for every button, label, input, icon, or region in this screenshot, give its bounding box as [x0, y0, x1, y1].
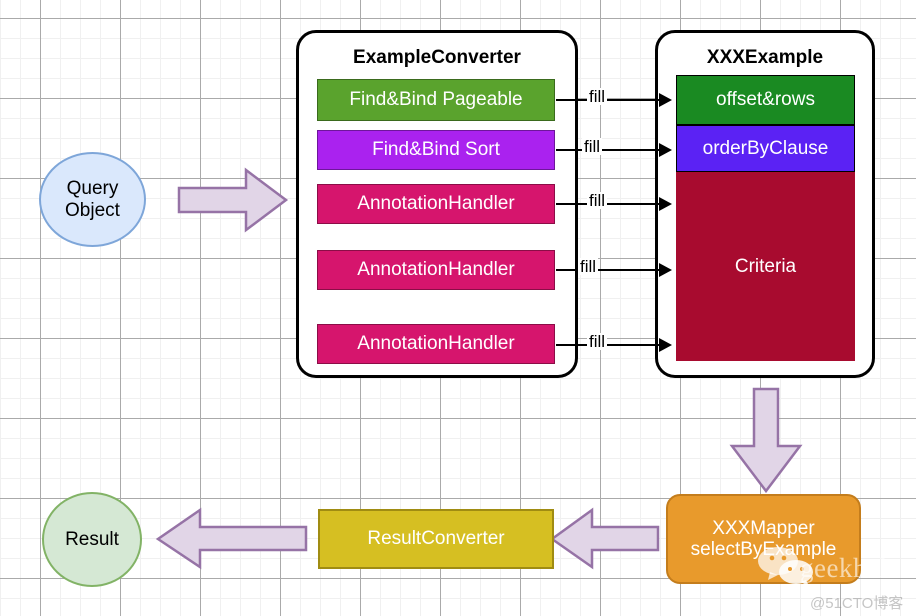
- result-converter-label: ResultConverter: [367, 528, 505, 549]
- xxx-example-title: XXXExample: [706, 47, 824, 68]
- fill-line-2: [556, 149, 668, 151]
- node-result-converter[interactable]: ResultConverter: [318, 509, 554, 569]
- fill-arrowhead-2: [659, 143, 672, 157]
- fill-label-1: fill: [587, 87, 608, 106]
- row-find-bind-sort-label: Find&Bind Sort: [372, 139, 500, 160]
- row-annotation-handler-2[interactable]: AnnotationHandler: [317, 250, 555, 290]
- row-annotation-handler-1[interactable]: AnnotationHandler: [317, 184, 555, 224]
- fill-arrowhead-4: [659, 263, 672, 277]
- field-offset-rows[interactable]: offset&rows: [676, 75, 855, 125]
- fill-label-3: fill: [587, 191, 608, 210]
- field-criteria[interactable]: Criteria: [676, 172, 855, 361]
- watermark-source: @51CTO博客: [810, 595, 904, 612]
- field-criteria-label: Criteria: [734, 255, 797, 277]
- fill-label-5: fill: [587, 332, 608, 351]
- field-order-by-clause-label: orderByClause: [702, 137, 829, 159]
- row-find-bind-pageable[interactable]: Find&Bind Pageable: [317, 79, 555, 121]
- row-find-bind-pageable-label: Find&Bind Pageable: [349, 89, 523, 110]
- row-find-bind-sort[interactable]: Find&Bind Sort: [317, 130, 555, 170]
- fill-line-1: [556, 99, 668, 101]
- arrow-example-to-mapper: [728, 387, 804, 494]
- arrow-resultconverter-to-result: [155, 507, 308, 570]
- row-annotation-handler-2-label: AnnotationHandler: [357, 259, 515, 280]
- node-query-object[interactable]: Query Object: [39, 152, 146, 247]
- row-annotation-handler-3[interactable]: AnnotationHandler: [317, 324, 555, 364]
- fill-line-3: [556, 203, 668, 205]
- fill-line-5: [556, 344, 668, 346]
- xxx-mapper-label-line1: XXXMapper: [712, 517, 815, 539]
- fill-arrowhead-1: [659, 93, 672, 107]
- example-converter-title: ExampleConverter: [353, 47, 521, 68]
- wechat-icon: [756, 546, 818, 591]
- row-annotation-handler-1-label: AnnotationHandler: [357, 193, 515, 214]
- query-object-label-line2: Object: [65, 199, 120, 221]
- fill-line-4: [556, 269, 668, 271]
- fill-arrowhead-3: [659, 197, 672, 211]
- result-label: Result: [65, 528, 119, 550]
- field-offset-rows-label: offset&rows: [716, 89, 815, 110]
- arrow-mapper-to-resultconverter: [549, 507, 660, 570]
- fill-label-2: fill: [582, 137, 603, 156]
- arrow-query-to-converter: [177, 167, 289, 233]
- fill-arrowhead-5: [659, 338, 672, 352]
- field-order-by-clause[interactable]: orderByClause: [676, 125, 855, 172]
- node-result[interactable]: Result: [42, 492, 142, 587]
- query-object-label-line1: Query: [66, 178, 119, 200]
- fill-label-4: fill: [578, 257, 599, 276]
- row-annotation-handler-3-label: AnnotationHandler: [357, 333, 515, 354]
- diagram-canvas: Query Object ExampleConverter Find&Bind …: [0, 0, 916, 616]
